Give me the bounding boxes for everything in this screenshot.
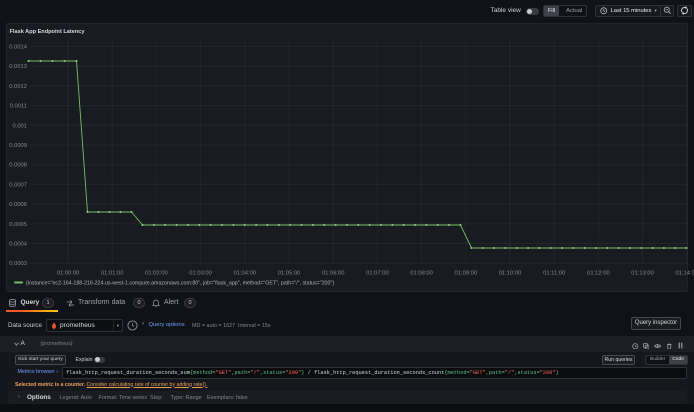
svg-text:01:13:00: 01:13:00 [631, 271, 654, 277]
svg-text:0.0004: 0.0004 [9, 242, 28, 248]
svg-text:01:00:00: 01:00:00 [57, 271, 80, 277]
svg-text:01:01:00: 01:01:00 [101, 271, 124, 277]
svg-text:0.0009: 0.0009 [9, 143, 27, 149]
svg-text:01:08:00: 01:08:00 [410, 271, 433, 277]
svg-text:01:05:00: 01:05:00 [278, 271, 301, 277]
svg-text:0.0003: 0.0003 [9, 261, 27, 267]
svg-text:01:14:00: 01:14:00 [676, 271, 694, 277]
svg-text:01:11:00: 01:11:00 [543, 271, 565, 277]
svg-text:01:07:00: 01:07:00 [366, 271, 389, 277]
svg-text:01:06:00: 01:06:00 [322, 271, 345, 277]
svg-text:01:02:00: 01:02:00 [145, 271, 168, 277]
svg-text:0.0005: 0.0005 [9, 222, 27, 228]
svg-text:0.0012: 0.0012 [9, 84, 27, 90]
svg-text:01:04:00: 01:04:00 [234, 271, 257, 277]
svg-text:{instance="ec2-164-188-216-224: {instance="ec2-164-188-216-224.us-west-1… [26, 281, 334, 287]
svg-text:01:09:00: 01:09:00 [455, 271, 478, 277]
svg-text:01:10:00: 01:10:00 [499, 271, 522, 277]
svg-text:0.0007: 0.0007 [9, 182, 27, 188]
svg-text:01:03:00: 01:03:00 [189, 271, 212, 277]
svg-text:0.0008: 0.0008 [9, 163, 27, 169]
svg-text:01:12:00: 01:12:00 [587, 271, 610, 277]
svg-text:Flask App Endpoint Latency: Flask App Endpoint Latency [10, 29, 86, 35]
svg-text:0.0006: 0.0006 [9, 202, 27, 208]
svg-text:0.0014: 0.0014 [9, 45, 28, 51]
svg-text:0.0011: 0.0011 [10, 104, 27, 110]
svg-text:0.001: 0.001 [12, 123, 27, 129]
svg-text:0.0013: 0.0013 [9, 64, 27, 70]
